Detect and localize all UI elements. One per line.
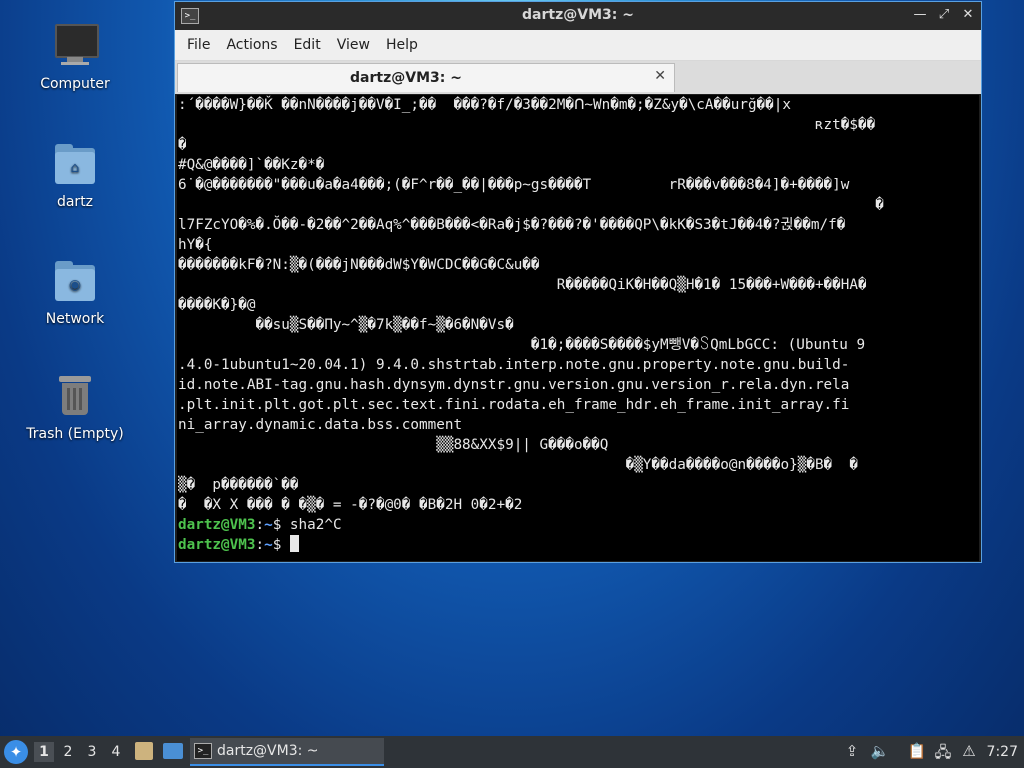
prompt-path: ~ [264,537,273,553]
terminal-window: >_ dartz@VM3: ~ — ⤢ ✕ File Actions Edit … [174,1,982,563]
workspace-3[interactable]: 3 [82,742,102,762]
prompt-symbol: $ [272,537,282,553]
terminal-line: .plt.init.plt.got.plt.sec.text.fini.roda… [178,397,850,413]
desktop-icon-label: dartz [56,194,94,210]
terminal-line: �������kF�?N:▒�(���jN���dW$Y�WCDC��G�C&u… [178,257,540,273]
tab-bar: dartz@VM3: ~ ✕ [175,61,981,94]
desktop-icon-label: Trash (Empty) [26,426,124,442]
desktop-icon-network[interactable]: ◉ Network [15,257,135,327]
clipboard-icon[interactable]: 📋 [906,742,928,760]
terminal-line: � �X X ��� � �▒� = -�?�@0� �B�2H 0�2+�2 [178,497,523,513]
tab-close-icon[interactable]: ✕ [654,68,666,84]
desktop-icon-computer[interactable]: Computer [15,22,135,92]
terminal-line: .4.0-1ubuntu1~20.04.1) 9.4.0.shstrtab.in… [178,357,850,373]
prompt-path: ~ [264,517,273,533]
workspace-1[interactable]: 1 [34,742,54,762]
terminal-line: ����K�}�@ [178,297,256,313]
menu-actions[interactable]: Actions [218,37,285,53]
prompt-separator: : [255,517,265,533]
text-cursor [289,535,299,552]
desktop-icon-home[interactable]: ⌂ dartz [15,140,135,210]
terminal-line: � [178,137,187,153]
prompt-symbol: $ [272,517,282,533]
terminal-line: ▒� p������`�� [178,477,299,493]
menu-bar: File Actions Edit View Help [175,30,981,61]
terminal-output[interactable]: :´����W}��Ǩ ��nN����j��V�I_;�� ���?�f/�3… [177,95,979,561]
terminal-line: id.note.ABI-tag.gnu.hash.dynsym.dynstr.g… [178,377,850,393]
network-folder-icon: ◉ [51,257,99,305]
desktop-icon-trash[interactable]: Trash (Empty) [15,372,135,442]
computer-icon [51,22,99,70]
terminal-line: ▒▒88&XX$9|| G���o��Q [178,437,609,453]
command-input[interactable] [281,537,290,553]
terminal-line: ʀzt�$�� [178,117,876,133]
trash-icon [51,372,99,420]
command-text: sha2^C [281,517,342,533]
clock: 7:27 [986,744,1018,760]
workspace-2[interactable]: 2 [58,742,78,762]
update-icon[interactable]: ⇪ [841,742,863,760]
prompt-line: dartz@VM3:~$ sha2^C [178,515,979,535]
desktop-icon-label: Network [45,311,105,327]
terminal-line: l7FZcYO�%�.Ŏ��-�2��^2��Aq%^���B���<�Ra�j… [178,217,846,233]
window-titlebar[interactable]: >_ dartz@VM3: ~ — ⤢ ✕ [175,2,981,30]
menu-file[interactable]: File [179,37,218,53]
minimize-icon[interactable]: — [911,6,929,24]
volume-icon[interactable]: 🔈 [869,742,891,760]
terminal-line: 6˙�@�������"���u�a�a4���;(�F^r��_��|���p… [178,177,850,193]
maximize-icon[interactable]: ⤢ [935,6,953,24]
terminal-line: � [178,197,884,213]
prompt-separator: : [255,537,265,553]
terminal-line: :´����W}��Ǩ ��nN����j��V�I_;�� ���?�f/�3… [178,97,791,113]
lubuntu-start-icon[interactable]: ✦ [4,740,28,764]
prompt-line-current: dartz@VM3:~$ [178,535,979,555]
tab-label: dartz@VM3: ~ [350,70,462,86]
window-title: dartz@VM3: ~ [522,7,634,23]
taskbar: ✦ 1 2 3 4 >_ dartz@VM3: ~ ⇪ 🔈 📋 🖧 ⚠ 7:27 [0,736,1024,768]
prompt-user: dartz@VM3 [178,537,256,553]
terminal-line: �1�;����S����$yM뺑V�꒚QmLbGCC: (Ubuntu 9 [178,337,866,353]
taskbar-task-label: dartz@VM3: ~ [217,743,319,759]
file-manager-icon[interactable] [135,742,153,760]
terminal-line: R�����QiK�H��Q▒H�1� 15���+W���+��HA� [178,277,867,293]
terminal-line: ��su▒S��Пy~^▒�7k▒��f~▒�6�N�Vs� [178,317,514,333]
workspace-4[interactable]: 4 [106,742,126,762]
terminal-line: hY�{ [178,237,213,253]
network-icon[interactable]: 🖧 [932,742,954,767]
tab-terminal[interactable]: dartz@VM3: ~ ✕ [177,63,675,92]
menu-help[interactable]: Help [378,37,426,53]
terminal-line: ni_array.dynamic.data.bss.comment [178,417,463,433]
terminal-line: #Q&@����]`��Kz�*� [178,157,325,173]
notification-icon[interactable]: ⚠ [958,742,980,760]
show-desktop-icon[interactable] [163,743,183,759]
taskbar-task-terminal[interactable]: >_ dartz@VM3: ~ [190,738,384,766]
home-folder-icon: ⌂ [51,140,99,188]
desktop-icon-label: Computer [40,76,110,92]
menu-edit[interactable]: Edit [286,37,329,53]
menu-view[interactable]: View [329,37,378,53]
terminal-line: �▒Y��da����o@n����o}▒�B� � [178,457,858,473]
terminal-app-icon: >_ [194,743,212,759]
prompt-user: dartz@VM3 [178,517,256,533]
close-icon[interactable]: ✕ [959,6,977,24]
terminal-lines: :´����W}��Ǩ ��nN����j��V�I_;�� ���?�f/�3… [178,95,979,515]
